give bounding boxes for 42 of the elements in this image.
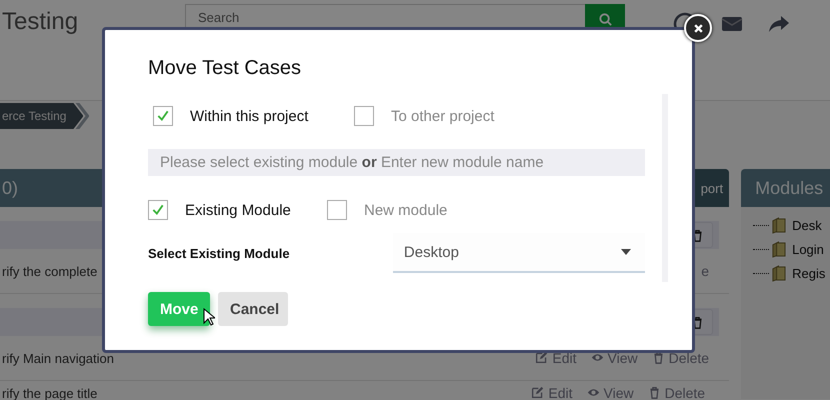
cancel-button[interactable]: Cancel <box>218 292 288 326</box>
cursor-icon <box>203 308 215 326</box>
edit-link[interactable]: Edit <box>535 350 577 366</box>
check-icon <box>156 109 170 123</box>
delete-link[interactable]: Delete <box>652 350 710 366</box>
edit-link[interactable]: Edit <box>531 385 573 400</box>
checkbox[interactable] <box>327 200 347 220</box>
dialog-title: Move Test Cases <box>148 57 302 81</box>
move-button[interactable]: Move <box>148 292 210 326</box>
check-icon <box>151 203 165 217</box>
option-label[interactable]: To other project <box>391 108 494 124</box>
panel-title: Modules <box>755 178 824 198</box>
folder-icon <box>771 216 786 234</box>
folder-icon <box>771 240 786 258</box>
trash-icon <box>648 386 661 399</box>
export-button[interactable]: port <box>694 169 730 207</box>
option-label[interactable]: Existing Module <box>185 202 291 218</box>
pencil-icon <box>531 386 544 399</box>
checkbox[interactable] <box>148 200 168 220</box>
view-link[interactable]: View <box>586 385 634 400</box>
field-label: Select Existing Module <box>148 246 291 260</box>
tree-item[interactable]: Desk <box>792 218 822 232</box>
view-link[interactable]: View <box>590 350 638 366</box>
breadcrumb-item[interactable]: erce Testing <box>0 103 84 129</box>
hint-text: Please select existing module or Enter new module name <box>148 149 645 176</box>
delete-link[interactable]: Delete <box>648 385 706 400</box>
case-title[interactable]: rify the complete <box>2 264 98 278</box>
option-label[interactable]: Within this project <box>190 108 308 124</box>
panel-title: 0) <box>2 178 18 198</box>
case-title[interactable]: rify the page title <box>2 386 98 400</box>
case-title[interactable]: rify Main navigation <box>2 350 114 366</box>
folder-icon <box>771 264 786 282</box>
trash-icon <box>652 351 665 364</box>
header-title: Testing <box>2 8 80 36</box>
checkbox[interactable] <box>354 106 374 126</box>
checkbox[interactable] <box>153 106 173 126</box>
delete-link[interactable]: e <box>701 263 710 279</box>
pencil-icon <box>535 351 548 364</box>
close-icon <box>692 22 704 34</box>
tree-item[interactable]: Login <box>792 242 824 256</box>
tree-item[interactable]: Regis <box>792 266 826 280</box>
option-label[interactable]: New module <box>364 202 448 218</box>
